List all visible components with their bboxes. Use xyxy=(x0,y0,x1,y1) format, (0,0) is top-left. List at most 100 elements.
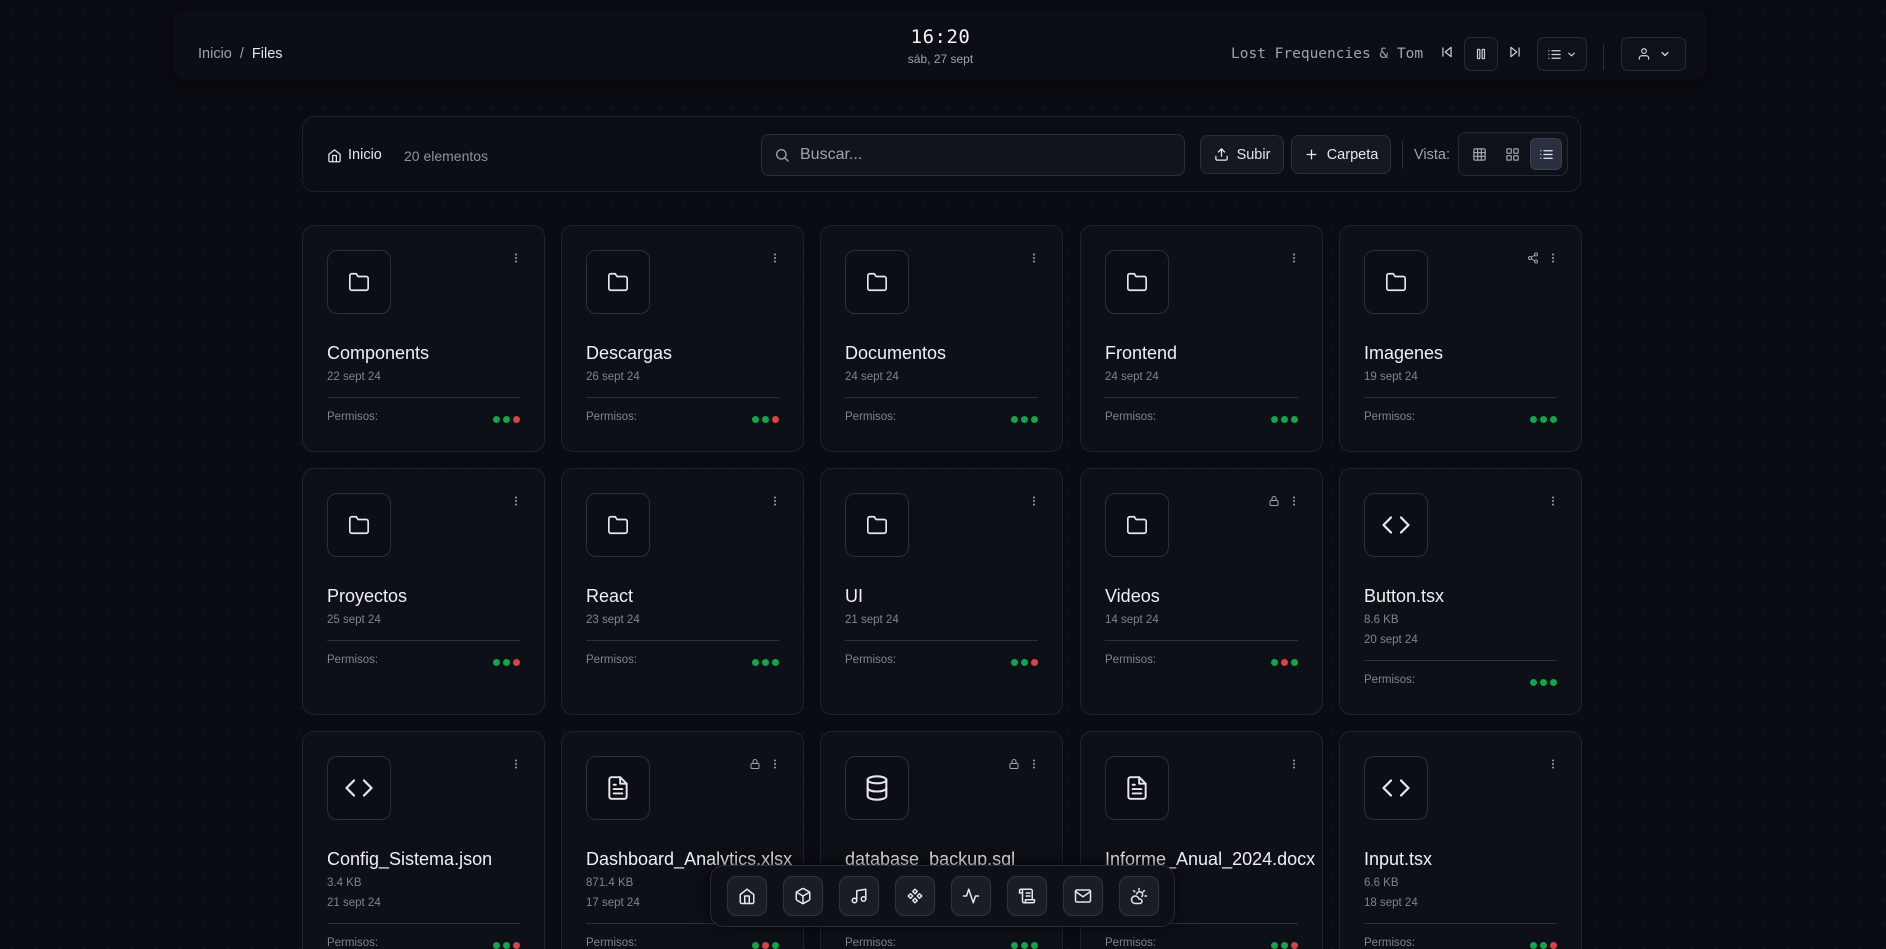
home-icon xyxy=(327,148,342,163)
card-icon-box xyxy=(1105,493,1169,557)
database-icon xyxy=(863,774,891,802)
folder-card[interactable]: Documentos 24 sept 24 Permisos: xyxy=(820,225,1063,452)
permission-indicators xyxy=(752,659,779,666)
folder-card[interactable]: Proyectos 25 sept 24 Permisos: xyxy=(302,468,545,715)
breadcrumb-root[interactable]: Inicio xyxy=(198,46,232,62)
card-name: Components xyxy=(327,343,430,363)
dock-notes-button[interactable] xyxy=(1006,876,1047,916)
card-name: Descargas xyxy=(586,343,673,363)
more-options-icon[interactable] xyxy=(510,495,522,507)
folder-card[interactable]: Components 22 sept 24 Permisos: xyxy=(302,225,545,452)
permission-indicators xyxy=(1271,942,1298,949)
permission-indicators xyxy=(1530,416,1557,423)
permission-granted-dot xyxy=(1031,416,1038,423)
mail-icon xyxy=(1074,887,1092,905)
permission-granted-dot xyxy=(1540,679,1547,686)
share-icon[interactable] xyxy=(1527,252,1539,264)
more-options-icon[interactable] xyxy=(1547,758,1559,770)
more-options-icon[interactable] xyxy=(1547,252,1559,264)
permissions-label: Permisos: xyxy=(1364,411,1416,423)
skip-forward-icon xyxy=(1508,45,1522,59)
card-name: Input.tsx xyxy=(1364,849,1433,869)
more-options-icon[interactable] xyxy=(1288,758,1300,770)
folder-card[interactable]: Frontend 24 sept 24 Permisos: xyxy=(1080,225,1323,452)
more-options-icon[interactable] xyxy=(1288,252,1300,264)
card-date: 24 sept 24 xyxy=(1105,371,1159,383)
dock-home-button[interactable] xyxy=(726,876,767,916)
topbar-divider xyxy=(1603,44,1604,70)
play-pause-button[interactable] xyxy=(1464,37,1498,71)
dock-weather-button[interactable] xyxy=(1118,876,1159,916)
more-options-icon[interactable] xyxy=(769,252,781,264)
folder-icon xyxy=(1126,271,1148,293)
card-icon-box xyxy=(327,756,391,820)
view-list-button[interactable] xyxy=(1530,138,1563,170)
file-card[interactable]: Config_Sistema.json 3.4 KB 21 sept 24 Permi… xyxy=(302,731,545,949)
upload-icon xyxy=(1214,147,1229,162)
folder-card[interactable]: Videos 14 sept 24 Permisos: xyxy=(1080,468,1323,715)
more-options-icon[interactable] xyxy=(1028,495,1040,507)
table-grid-icon xyxy=(1472,147,1487,162)
folder-icon xyxy=(866,271,888,293)
permission-granted-dot xyxy=(503,942,510,949)
card-icon-box xyxy=(845,756,909,820)
more-options-icon[interactable] xyxy=(510,758,522,770)
permission-granted-dot xyxy=(1031,942,1038,949)
music-icon xyxy=(850,887,868,905)
permission-denied-dot xyxy=(1291,942,1298,949)
permission-denied-dot xyxy=(513,416,520,423)
file-card[interactable]: Button.tsx 8.6 KB 20 sept 24 Permisos: xyxy=(1339,468,1582,715)
card-actions xyxy=(1288,252,1300,264)
file-card[interactable]: Input.tsx 6.6 KB 18 sept 24 Permisos: xyxy=(1339,731,1582,949)
activity-icon xyxy=(962,887,980,905)
more-options-icon[interactable] xyxy=(769,495,781,507)
folder-card[interactable]: Imagenes 19 sept 24 Permisos: xyxy=(1339,225,1582,452)
card-divider xyxy=(586,397,779,398)
next-track-button[interactable] xyxy=(1500,37,1530,67)
search-icon xyxy=(774,147,790,163)
view-grid-small-button[interactable] xyxy=(1497,138,1529,170)
dock-package-button[interactable] xyxy=(782,876,823,916)
dock-mail-button[interactable] xyxy=(1062,876,1103,916)
more-options-icon[interactable] xyxy=(1288,495,1300,507)
card-icon-box xyxy=(1105,756,1169,820)
more-options-icon[interactable] xyxy=(1028,252,1040,264)
view-grid-large-button[interactable] xyxy=(1464,138,1496,170)
permission-granted-dot xyxy=(1021,659,1028,666)
search-input[interactable] xyxy=(800,146,1184,164)
permission-granted-dot xyxy=(762,659,769,666)
dock-games-button[interactable] xyxy=(894,876,935,916)
permission-granted-dot xyxy=(493,659,500,666)
permissions-label: Permisos: xyxy=(1105,411,1157,423)
package-icon xyxy=(794,887,812,905)
upload-button[interactable]: Subir xyxy=(1200,135,1284,174)
more-options-icon[interactable] xyxy=(510,252,522,264)
more-options-icon[interactable] xyxy=(769,758,781,770)
more-options-icon[interactable] xyxy=(1547,495,1559,507)
card-divider xyxy=(1105,640,1298,641)
playlist-menu-button[interactable] xyxy=(1537,37,1587,71)
permission-indicators xyxy=(493,942,520,949)
card-date: 14 sept 24 xyxy=(1105,614,1159,626)
folder-card[interactable]: React 23 sept 24 Permisos: xyxy=(561,468,804,715)
dock-music-button[interactable] xyxy=(838,876,879,916)
chevron-down-icon xyxy=(1566,49,1577,60)
card-name: Frontend xyxy=(1105,343,1178,363)
user-menu-button[interactable] xyxy=(1621,37,1686,71)
previous-track-button[interactable] xyxy=(1432,37,1462,67)
new-folder-button[interactable]: Carpeta xyxy=(1291,135,1391,174)
code-icon xyxy=(1381,773,1411,803)
dock-activity-button[interactable] xyxy=(950,876,991,916)
folder-card[interactable]: UI 21 sept 24 Permisos: xyxy=(820,468,1063,715)
permissions-label: Permisos: xyxy=(327,411,379,423)
folder-card[interactable]: Descargas 26 sept 24 Permisos: xyxy=(561,225,804,452)
permission-denied-dot xyxy=(513,942,520,949)
permission-indicators xyxy=(1530,679,1557,686)
card-divider xyxy=(845,640,1038,641)
more-options-icon[interactable] xyxy=(1028,758,1040,770)
card-divider xyxy=(327,397,520,398)
code-icon xyxy=(344,773,374,803)
home-breadcrumb[interactable]: Inicio xyxy=(327,147,382,163)
card-divider xyxy=(1364,397,1557,398)
search-box[interactable] xyxy=(761,134,1185,176)
